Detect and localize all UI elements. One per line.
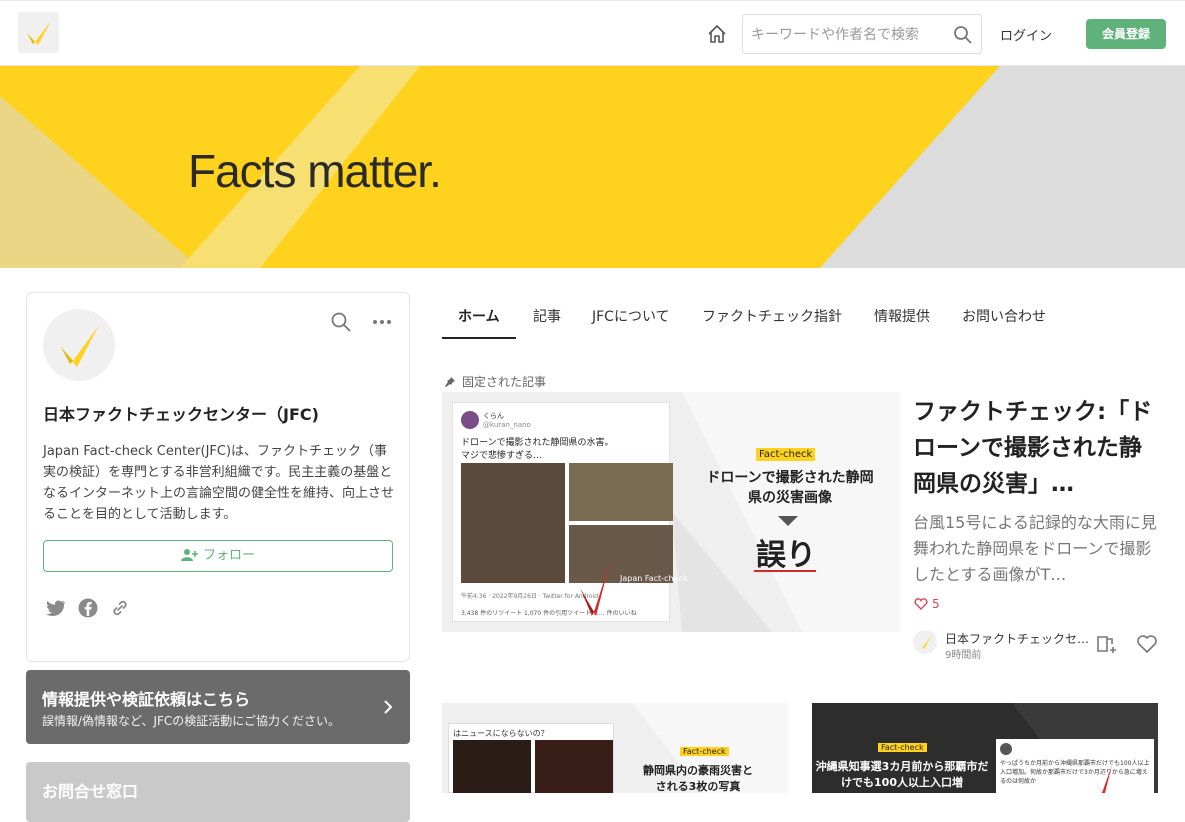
tweet-text: はニュースにならないの？: [453, 729, 549, 738]
pinned-text: 固定された記事: [462, 375, 547, 389]
featured-excerpt: 台風15号による記録的な大雨に見舞われた静岡県をドローンで撮影したとする画像がT…: [913, 513, 1157, 584]
search-icon[interactable]: [330, 311, 352, 333]
add-user-icon: [180, 549, 198, 561]
like-count: 5: [914, 597, 940, 611]
tweet-photo: [535, 740, 613, 793]
tweet-handle: @kuran_nano: [483, 421, 531, 429]
tweet-text: ドローンで撮影された静岡県の水害。 マジで悲惨すぎる…: [461, 438, 614, 461]
fact-check-label: Fact-check: [680, 747, 729, 756]
chevron-right-icon: [384, 700, 393, 714]
false-stamp-icon: [1094, 765, 1112, 793]
tweet-avatar: [461, 411, 479, 429]
contact-banner-title: お問合せ窓口: [42, 782, 139, 801]
tab-articles[interactable]: 記事: [533, 306, 561, 326]
hero-banner: Facts matter.: [0, 66, 1185, 268]
tab-guidelines[interactable]: ファクトチェック指針: [702, 306, 842, 326]
add-to-magazine-icon[interactable]: [1096, 633, 1118, 655]
profile-card: 日本ファクトチェックセンター（JFC) Japan Fact-check Cen…: [26, 292, 410, 662]
fact-check-verdict: 誤り: [756, 538, 816, 573]
like-button-icon[interactable]: [1136, 633, 1158, 655]
home-icon[interactable]: [706, 23, 728, 45]
facebook-icon[interactable]: [77, 597, 99, 619]
login-link[interactable]: ログイン: [1000, 25, 1052, 44]
search-icon[interactable]: [953, 25, 973, 45]
author-name[interactable]: 日本ファクトチェックセ…: [945, 630, 1090, 647]
follow-button[interactable]: フォロー: [43, 540, 393, 572]
triangle-down-icon: [778, 516, 798, 526]
pinned-label: 固定された記事: [444, 373, 546, 390]
fact-check-label: Fact-check: [878, 743, 927, 752]
tweet-user: くらん @kuran_nano: [483, 411, 531, 429]
logo-check-icon: [27, 21, 51, 45]
tweet-photo: [453, 740, 531, 793]
profile-description: Japan Fact-check Center(JFC)は、ファクトチェック（事…: [43, 444, 395, 522]
tweet-screenshot: はニュースにならないの？: [448, 723, 614, 793]
author-avatar[interactable]: [913, 630, 937, 654]
stamp-text: Japan Fact-check Center: [620, 574, 688, 593]
article-card[interactable]: Fact-check 沖縄県知事選3カ月前から那覇市だけでも100人以上入口増 …: [812, 703, 1158, 793]
featured-thumbnail[interactable]: くらん @kuran_nano ドローンで撮影された静岡県の水害。 マジで悲惨す…: [442, 392, 900, 632]
link-icon[interactable]: [109, 597, 131, 619]
tab-about[interactable]: JFCについて: [592, 306, 670, 326]
banner-tagline: Facts matter.: [188, 145, 442, 197]
site-header: ログイン 会員登録: [0, 0, 1185, 66]
tweet-text: やっぱうちか月前から沖縄県那覇市だけでも100人以上入口増加。何故か那覇市だけで…: [1000, 760, 1150, 785]
logo-check-icon: [61, 325, 99, 367]
info-banner-title: 情報提供や検証依頼はこちら: [42, 690, 251, 709]
tab-home[interactable]: ホーム: [458, 306, 500, 326]
tweet-username: くらん: [483, 412, 504, 420]
twitter-icon[interactable]: [45, 597, 67, 619]
article-card[interactable]: はニュースにならないの？ Fact-check 静岡県内の豪雨災害とされる3枚の…: [442, 703, 788, 793]
fact-check-label: Fact-check: [756, 448, 816, 461]
active-tab-indicator: [442, 337, 516, 339]
logo-check-icon: [919, 635, 932, 649]
tweet-screenshot: やっぱうちか月前から沖縄県那覇市だけでも100人以上入口増加。何故か那覇市だけで…: [996, 739, 1154, 793]
site-logo[interactable]: [18, 12, 59, 53]
tweet-photo: [461, 463, 565, 583]
stamp-verdict: FALSE: [582, 614, 606, 622]
featured-title[interactable]: ファクトチェック:「ドローンで撮影された静岡県の災害」…: [913, 394, 1163, 502]
fact-check-headline: ドローンで撮影された静岡県の災害画像: [706, 470, 874, 506]
tweet-avatar: [1000, 743, 1012, 755]
heart-icon: [914, 598, 928, 610]
post-time: 9時間前: [945, 650, 982, 661]
profile-name: 日本ファクトチェックセンター（JFC): [43, 405, 319, 424]
tab-contact[interactable]: お問い合わせ: [962, 306, 1046, 326]
search-input[interactable]: [751, 24, 946, 46]
search-box[interactable]: [742, 14, 982, 54]
fact-check-headline: 静岡県内の豪雨災害とされる3枚の写真: [643, 764, 753, 793]
follow-label: フォロー: [202, 548, 255, 563]
info-banner-subtitle: 誤情報/偽情報など、JFCの検証活動にご協力ください。: [42, 714, 341, 728]
verdict-underline: [754, 570, 816, 572]
banner-background: [0, 66, 1185, 268]
pin-icon: [445, 377, 455, 387]
like-count-value: 5: [932, 597, 940, 611]
contact-banner[interactable]: お問合せ窓口: [26, 762, 410, 822]
tab-tips[interactable]: 情報提供: [874, 306, 930, 326]
tweet-photo: [569, 463, 673, 521]
more-icon[interactable]: [371, 311, 393, 333]
profile-avatar[interactable]: [43, 309, 115, 381]
fact-check-headline: 沖縄県知事選3カ月前から那覇市だけでも100人以上入口増: [815, 760, 989, 789]
signup-button[interactable]: 会員登録: [1086, 19, 1166, 49]
info-submission-banner[interactable]: 情報提供や検証依頼はこちら 誤情報/偽情報など、JFCの検証活動にご協力ください…: [26, 670, 410, 744]
